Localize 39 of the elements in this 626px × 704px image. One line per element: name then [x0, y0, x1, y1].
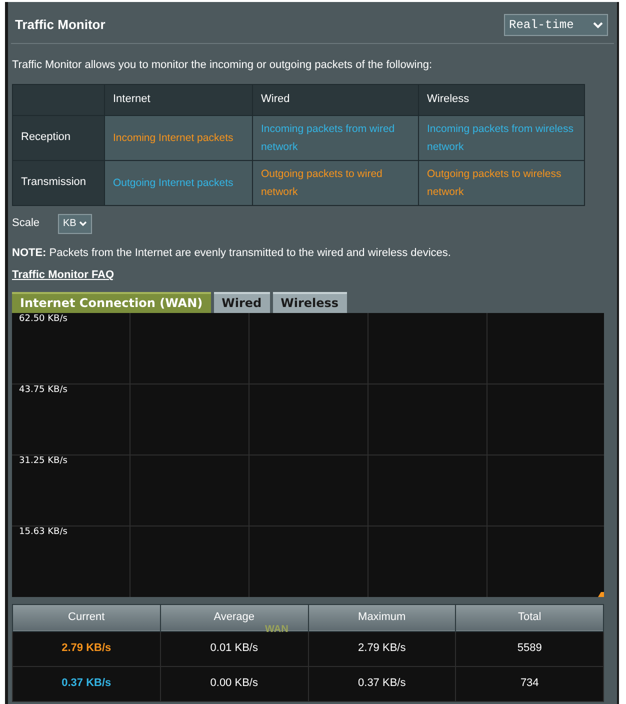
page-title: Traffic Monitor — [14, 16, 106, 34]
note-text: NOTE: Packets from the Internet are evenly transmitted to the wired and wireless devices. — [12, 246, 452, 260]
column-header: Maximum — [308, 604, 456, 631]
table-cell: 5589 — [456, 631, 604, 666]
intro-text: Traffic Monitor allows you to monitor the incoming or outgoing packets of the following: — [12, 58, 434, 73]
table-cell: Outgoing packets to wireless network — [427, 168, 562, 198]
traffic-line — [598, 592, 604, 596]
table-cell: 2.79 KB/s — [308, 631, 456, 666]
row-header: Reception — [12, 115, 104, 160]
column-header: Internet — [104, 84, 252, 115]
scale-label: Scale — [12, 216, 41, 232]
table-cell: 734 — [456, 666, 604, 701]
table-cell: Incoming packets from wireless network — [427, 122, 574, 152]
table-cell: 2.79 KB/s — [62, 642, 112, 654]
axis-label: 62.50 KB/s — [19, 312, 68, 326]
table-cell: Outgoing packets to wired network — [261, 168, 382, 198]
column-header: Total — [456, 604, 604, 631]
axis-label: 43.75 KB/s — [19, 384, 68, 396]
column-header: Wireless — [418, 84, 584, 115]
table-cell: 0.01 KB/s — [160, 631, 308, 666]
axis-label: 31.25 KB/s — [19, 454, 68, 468]
table-cell: 0.37 KB/s — [62, 677, 112, 690]
chevron-icon — [593, 22, 603, 28]
table-cell: Outgoing Internet packets — [113, 176, 234, 188]
mode-select[interactable]: Real-time — [504, 14, 608, 36]
row-header: Transmission — [12, 160, 104, 205]
table-cell: 0.37 KB/s — [308, 666, 456, 701]
tab[interactable]: Internet Connection (WAN) — [12, 292, 211, 312]
chevron-icon — [79, 220, 88, 226]
column-header: Wired — [252, 84, 418, 115]
tab[interactable]: Wired — [214, 292, 270, 312]
table-cell: 0.00 KB/s — [160, 666, 308, 701]
column-header: Current — [12, 604, 160, 631]
tab[interactable]: Wireless — [272, 292, 347, 312]
scale-select[interactable]: KB — [58, 214, 92, 234]
table-cell: Incoming packets from wired network — [261, 122, 395, 152]
faq-link[interactable]: Traffic Monitor FAQ — [12, 267, 114, 284]
table-cell: Incoming Internet packets — [113, 132, 234, 144]
axis-label: 15.63 KB/s — [19, 526, 68, 538]
